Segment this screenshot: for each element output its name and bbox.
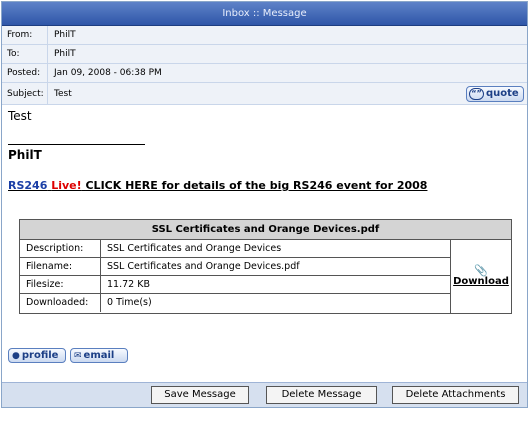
envelope-icon: ✉ [74,350,82,361]
promo-live[interactable]: Live! [51,179,81,192]
subject-row: Subject: Test “” quote [2,83,527,105]
attachment-row-label: Filename: [20,258,101,275]
window-title: Inbox :: Message [2,2,527,26]
signature-divider [8,144,145,145]
subject-label: Subject: [2,83,48,104]
attachment-row-description: Description: SSL Certificates and Orange… [20,240,450,258]
profile-button[interactable]: ● profile [8,348,66,363]
attachment-name: SSL Certificates and Orange Devices.pdf [20,220,511,240]
attachment-row-downloaded: Downloaded: 0 Time(s) [20,294,450,312]
attachment-row-value: 0 Time(s) [107,297,152,308]
action-bar: Save Message Delete Message Delete Attac… [2,382,527,407]
attachment-row-filesize: Filesize: 11.72 KB [20,276,450,294]
posted-value: Jan 09, 2008 - 06:38 PM [54,68,162,78]
quote-icon: “” [469,88,484,100]
attachment-row-value: SSL Certificates and Orange Devices [107,243,282,254]
to-value: PhilT [54,49,76,59]
message-text: Test [8,109,32,123]
download-cell[interactable]: 📎 Download [450,240,511,313]
attachment-table: SSL Certificates and Orange Devices.pdf … [19,219,512,314]
promo-link[interactable]: RS246 Live! CLICK HERE for details of th… [8,179,427,192]
from-value: PhilT [54,30,76,40]
email-button[interactable]: ✉ email [70,348,128,363]
attachment-row-label: Description: [20,240,101,257]
from-label: From: [2,26,48,44]
email-label: email [83,350,115,361]
message-window: Inbox :: Message From: PhilT To: PhilT P… [1,1,528,408]
paperclip-icon: 📎 [474,264,488,277]
quote-label: quote [486,88,519,99]
to-row: To: PhilT [2,45,527,64]
promo-rs246[interactable]: RS246 [8,179,47,192]
posted-row: Posted: Jan 09, 2008 - 06:38 PM [2,64,527,83]
save-message-button[interactable]: Save Message [151,386,249,404]
quote-button[interactable]: “” quote [466,86,524,102]
subject-value: Test [54,89,72,99]
attachment-row-value: 11.72 KB [107,279,150,290]
attachment-row-label: Downloaded: [20,294,101,312]
signature: PhilT [8,148,42,162]
attachment-row-label: Filesize: [20,276,101,293]
from-row: From: PhilT [2,26,527,45]
user-icon: ● [12,350,20,361]
delete-attachments-button[interactable]: Delete Attachments [392,386,519,404]
download-link[interactable]: Download [453,276,509,287]
profile-label: profile [21,350,59,361]
to-label: To: [2,45,48,63]
delete-message-button[interactable]: Delete Message [266,386,377,404]
attachment-row-filename: Filename: SSL Certificates and Orange De… [20,258,450,276]
attachment-row-value: SSL Certificates and Orange Devices.pdf [107,261,300,272]
promo-text[interactable]: CLICK HERE for details of the big RS246 … [85,179,427,192]
posted-label: Posted: [2,64,48,82]
